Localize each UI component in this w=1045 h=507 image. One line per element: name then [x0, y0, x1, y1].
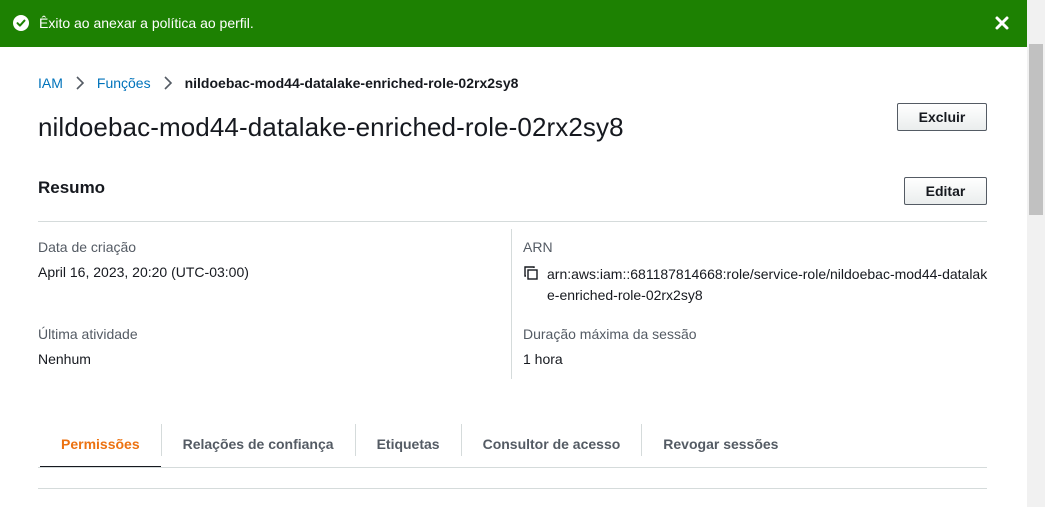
column-divider — [511, 229, 512, 379]
tab-consultor-de-acesso[interactable]: Consultor de acesso — [462, 420, 642, 468]
last-activity-value: Nenhum — [38, 351, 91, 367]
delete-button[interactable]: Excluir — [897, 103, 987, 131]
edit-button[interactable]: Editar — [904, 177, 987, 205]
flash-message: Êxito ao anexar a política ao perfil. — [39, 15, 254, 31]
tab-relacoes-de-confianca[interactable]: Relações de confiança — [162, 420, 355, 468]
breadcrumb-item-iam[interactable]: IAM — [38, 75, 63, 91]
copy-icon[interactable] — [523, 265, 539, 281]
summary-title: Resumo — [38, 178, 106, 197]
summary-divider — [38, 221, 987, 222]
tabs-divider — [38, 467, 987, 468]
arn-value: arn:aws:iam::681187814668:role/service-r… — [547, 266, 988, 303]
arn-row: arn:aws:iam::681187814668:role/service-r… — [523, 264, 993, 306]
tab-revogar-sessoes[interactable]: Revogar sessões — [642, 420, 799, 468]
success-flash-bar: Êxito ao anexar a política ao perfil. — [0, 0, 1027, 47]
max-session-value: 1 hora — [523, 351, 563, 367]
breadcrumb-current: nildoebac-mod44-datalake-enriched-role-0… — [184, 75, 519, 91]
page-title: nildoebac-mod44-datalake-enriched-role-0… — [38, 112, 624, 142]
content-divider — [38, 488, 987, 489]
chevron-right-icon — [76, 76, 85, 90]
vertical-scrollbar[interactable] — [1027, 0, 1045, 507]
close-icon[interactable] — [992, 13, 1012, 33]
chevron-right-icon — [164, 76, 172, 90]
max-session-label: Duração máxima da sessão — [523, 326, 697, 342]
last-activity-label: Última atividade — [38, 326, 138, 342]
creation-date-value: April 16, 2023, 20:20 (UTC-03:00) — [38, 264, 249, 280]
scrollbar-thumb[interactable] — [1029, 44, 1043, 215]
arn-label: ARN — [523, 239, 553, 255]
breadcrumb-item-funcoes[interactable]: Funções — [97, 75, 151, 91]
tab-etiquetas[interactable]: Etiquetas — [356, 420, 461, 468]
tab-permissoes[interactable]: Permissões — [40, 420, 161, 468]
breadcrumb: IAM Funções nildoebac-mod44-datalake-enr… — [38, 75, 518, 91]
creation-date-label: Data de criação — [38, 239, 137, 255]
tab-bar: Permissões Relações de confiança Etiquet… — [40, 420, 799, 468]
check-circle-icon — [13, 15, 29, 31]
